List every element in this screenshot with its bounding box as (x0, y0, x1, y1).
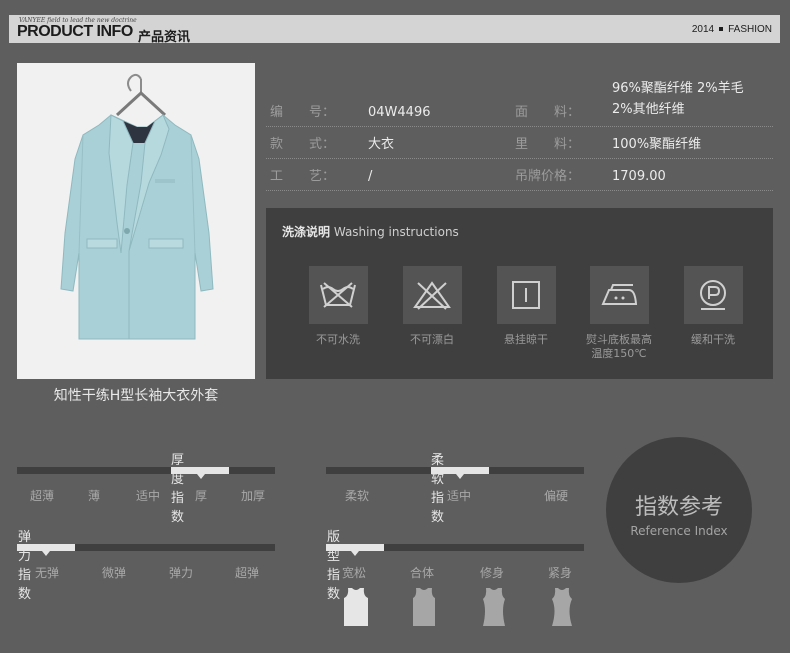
regular-fit-vest-icon (413, 588, 435, 626)
thickness-option: 厚 (195, 489, 208, 503)
wash-label: 不可漂白 (410, 333, 454, 346)
tight-fit-vest-icon (552, 588, 572, 626)
page-title-cn: 产品资讯 (138, 30, 191, 45)
square-bullet-icon (719, 26, 724, 31)
price-value: 1709.00 (612, 169, 666, 184)
softness-option: 柔软 (345, 489, 370, 503)
code-label: 编 号： (270, 105, 336, 120)
elasticity-option: 微弹 (102, 566, 127, 580)
washing-title-cn: 洗涤说明 (282, 225, 331, 239)
fit-option: 紧身 (548, 566, 573, 580)
no-wash-icon (308, 266, 368, 324)
wash-item-no-wash: 不可水洗 (298, 266, 378, 347)
info-row-style: 款 式： 大衣 里 料： 100%聚酯纤维 (266, 127, 773, 159)
washing-title: 洗涤说明 Washing instructions (282, 223, 459, 240)
softness-indicator (431, 467, 489, 474)
wash-label: 熨斗底板最高 温度150℃ (579, 333, 659, 361)
thickness-option: 加厚 (241, 489, 266, 503)
wash-label: 不可水洗 (316, 333, 360, 346)
header-right: 2014 FASHION (692, 24, 772, 35)
washing-panel: 洗涤说明 Washing instructions 不可水洗 不可漂白 悬挂晾干… (266, 208, 773, 379)
thickness-pointer-icon (197, 474, 205, 479)
thickness-option: 适中 (136, 489, 161, 503)
fabric-value-line2: 2%其他纤维 (612, 102, 685, 117)
wash-item-dry-clean: 缓和干洗 (673, 266, 753, 347)
elasticity-title: 弹力指数 (18, 530, 32, 602)
elasticity-option: 弹力 (169, 566, 194, 580)
elasticity-option: 无弹 (35, 566, 60, 580)
thickness-indicator (171, 467, 229, 474)
softness-option: 适中 (447, 489, 472, 503)
hang-dry-icon (496, 266, 556, 324)
fit-option: 宽松 (342, 566, 367, 580)
thickness-title: 厚度指数 (171, 453, 185, 525)
wash-label: 缓和干洗 (691, 333, 735, 346)
page-title: PRODUCT INFO (17, 23, 133, 40)
wash-item-no-bleach: 不可漂白 (392, 266, 472, 347)
fabric-value-line1: 96%聚酯纤维 2%羊毛 (612, 81, 744, 96)
code-value: 04W4496 (368, 105, 431, 120)
fit-title: 版型指数 (327, 530, 341, 602)
fit-option: 合体 (410, 566, 435, 580)
elasticity-option: 超弹 (235, 566, 260, 580)
softness-pointer-icon (456, 474, 464, 479)
price-label: 吊牌价格： (515, 169, 581, 184)
info-row-code: 编 号： 04W4496 面 料： 96%聚酯纤维 2%羊毛 2%其他纤维 (266, 80, 773, 127)
dry-clean-p-icon (683, 266, 743, 324)
product-image (17, 63, 255, 379)
lining-label: 里 料： (515, 137, 581, 152)
lining-value: 100%聚酯纤维 (612, 137, 702, 152)
header-banner: VANYEE field to lead the new doctrine PR… (9, 15, 780, 45)
header-year: 2014 (691, 24, 715, 35)
loose-fit-vest-icon (344, 588, 368, 626)
product-caption: 知性干练H型长袖大衣外套 (53, 388, 219, 404)
softness-title: 柔软指数 (431, 453, 445, 525)
elasticity-pointer-icon (42, 551, 50, 556)
thickness-track (17, 467, 275, 474)
thickness-option: 薄 (88, 489, 101, 503)
craft-label: 工 艺： (270, 169, 336, 184)
fit-option: 修身 (480, 566, 505, 580)
style-label: 款 式： (270, 137, 336, 152)
thickness-option: 超薄 (30, 489, 55, 503)
wash-item-iron: 熨斗底板最高 温度150℃ (579, 266, 659, 361)
fabric-label: 面 料： (515, 105, 581, 120)
header-category: FASHION (728, 24, 772, 35)
info-table: 编 号： 04W4496 面 料： 96%聚酯纤维 2%羊毛 2%其他纤维 款 式… (266, 80, 773, 191)
wash-item-hang-dry: 悬挂晾干 (486, 266, 566, 347)
washing-title-en: Washing instructions (333, 225, 459, 239)
slim-fit-vest-icon (483, 588, 505, 626)
fit-pointer-icon (351, 551, 359, 556)
wash-label: 悬挂晾干 (504, 333, 548, 346)
reference-index-badge: 指数参考 Reference Index (606, 437, 752, 583)
coat-illustration (60, 73, 214, 340)
elasticity-indicator (17, 544, 75, 551)
fabric-value: 96%聚酯纤维 2%羊毛 2%其他纤维 (612, 78, 744, 120)
reference-title-cn: 指数参考 (634, 495, 723, 520)
fit-indicator (326, 544, 384, 551)
softness-option: 偏硬 (544, 489, 569, 503)
style-value: 大衣 (368, 137, 395, 152)
info-row-craft: 工 艺： / 吊牌价格： 1709.00 (266, 159, 773, 191)
iron-medium-icon (589, 266, 649, 324)
iron-label-line1: 熨斗底板最高 (586, 333, 652, 346)
craft-value: / (368, 169, 373, 184)
no-bleach-icon (402, 266, 462, 324)
iron-label-line2: 温度150℃ (591, 347, 647, 360)
reference-title-en: Reference Index (630, 524, 728, 538)
